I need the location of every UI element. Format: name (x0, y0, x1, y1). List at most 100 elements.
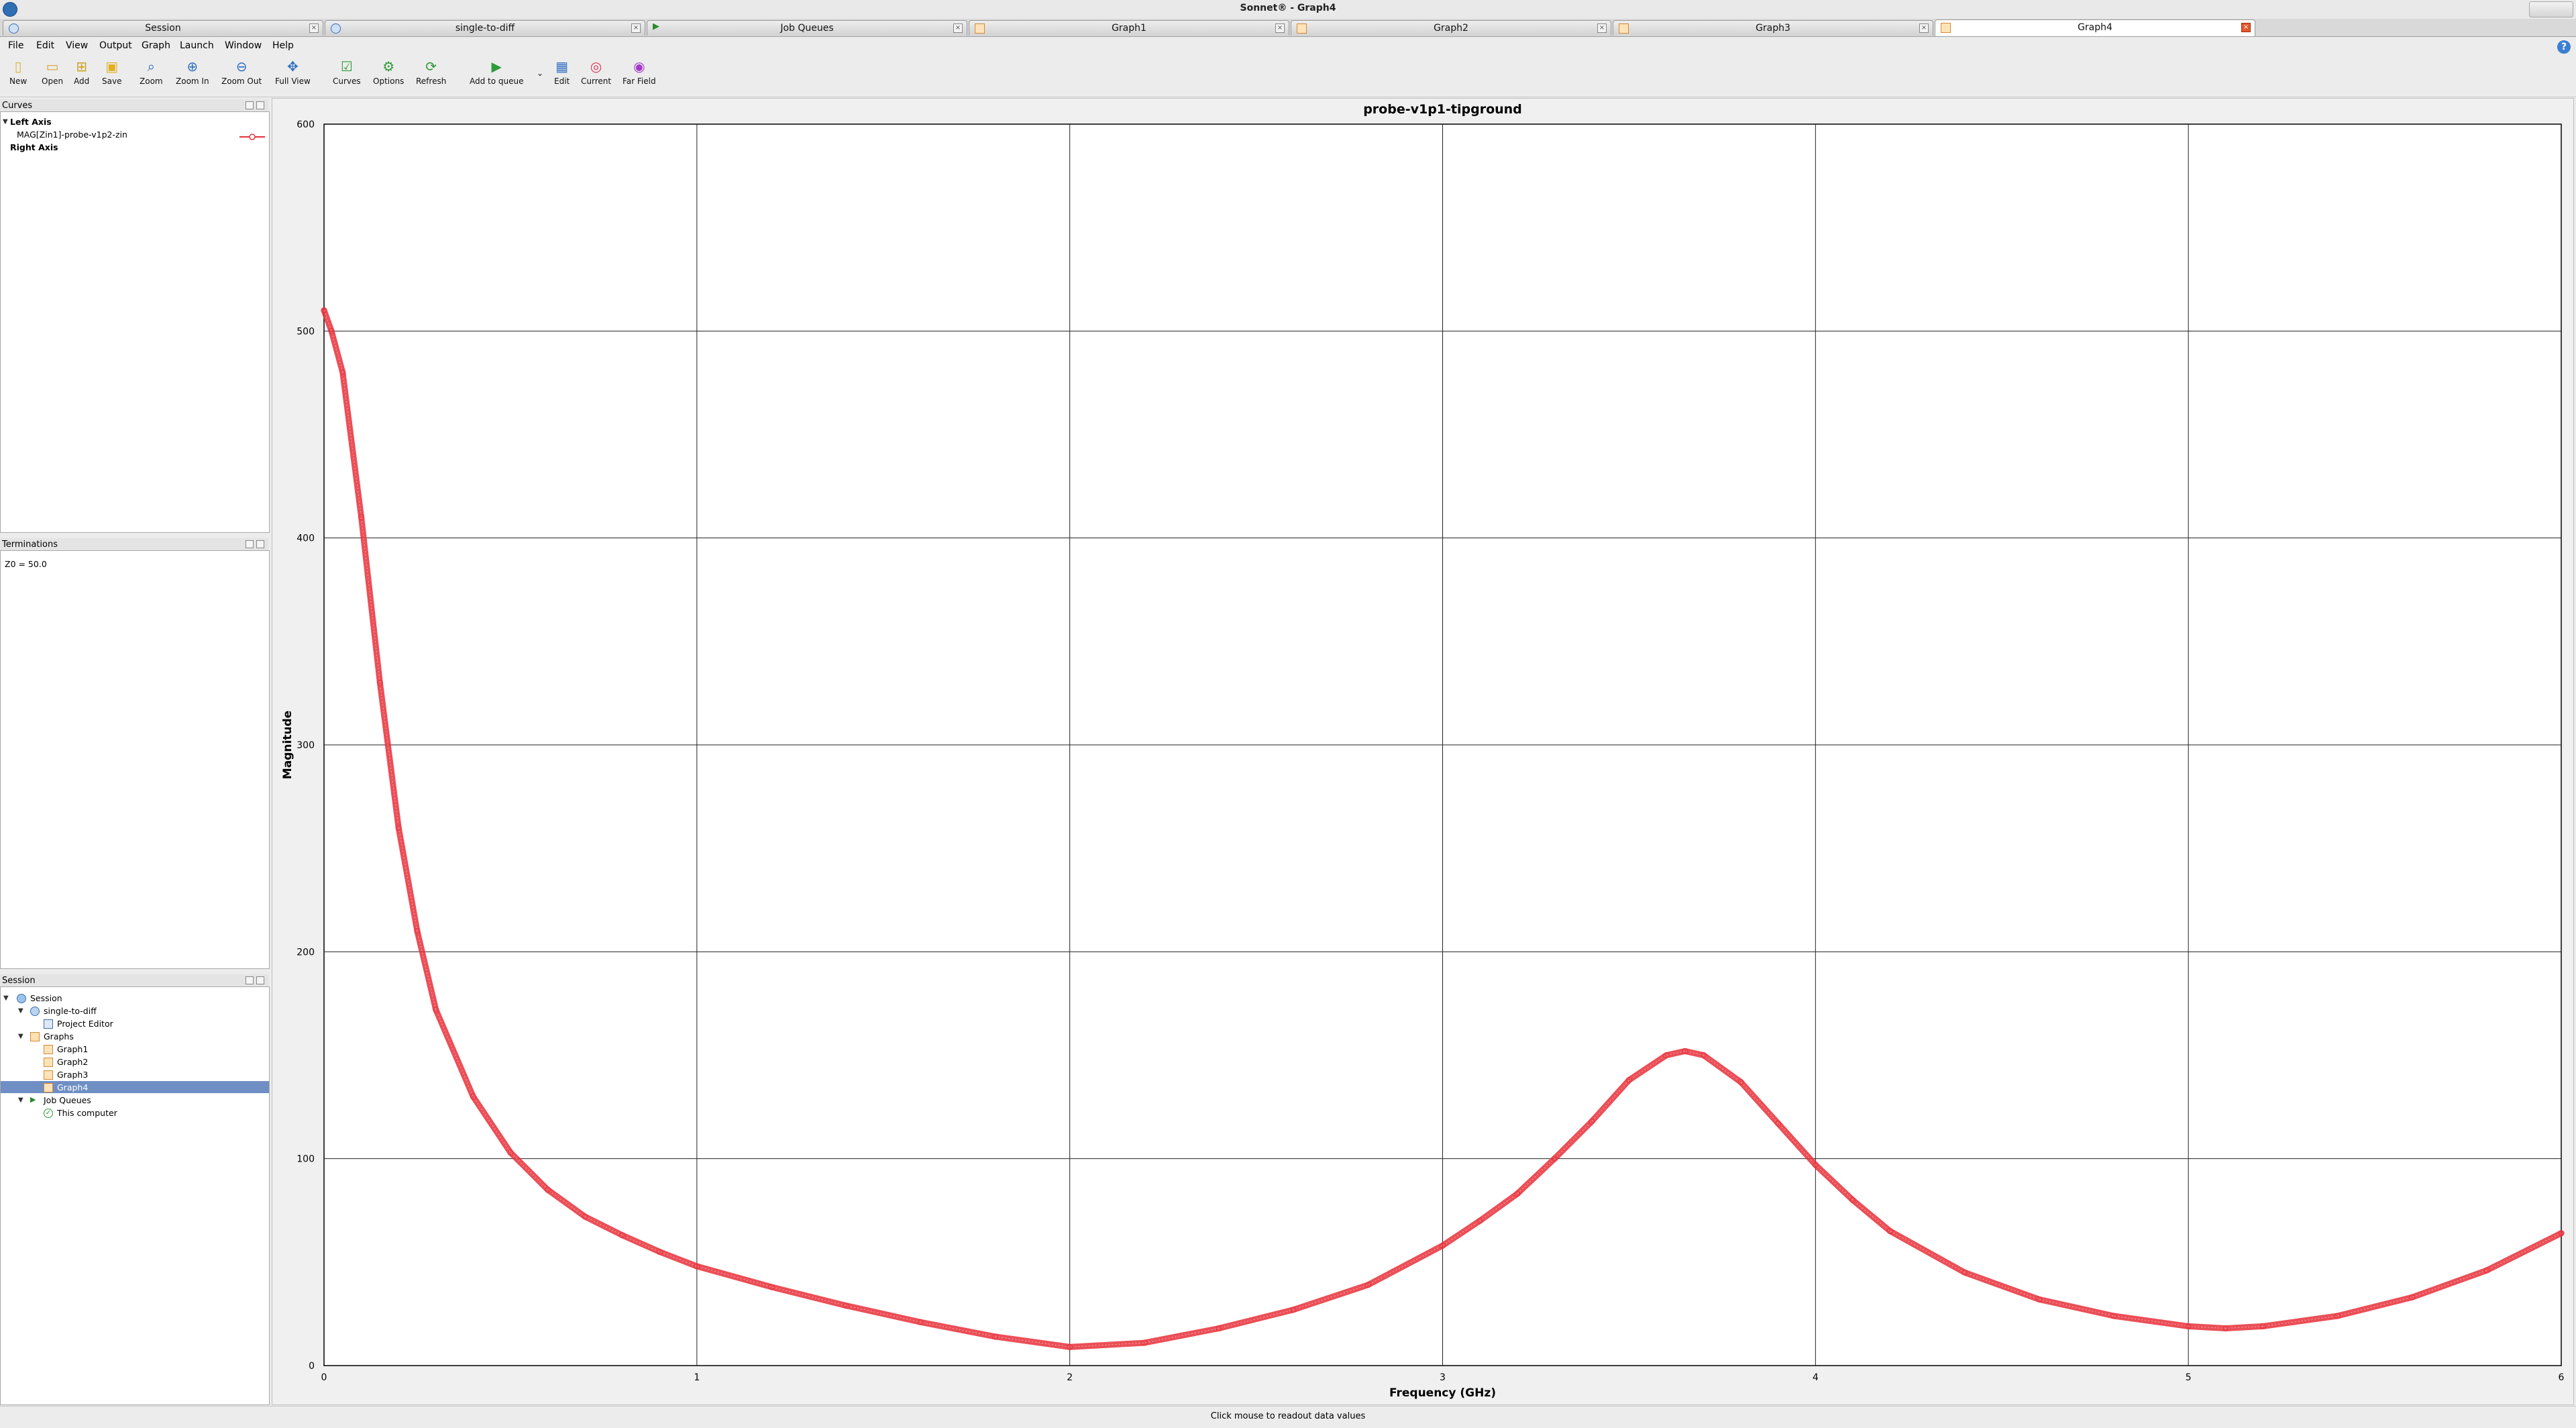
x-tick-label: 6 (2559, 1372, 2565, 1383)
add-button[interactable]: ⊞ Add (74, 59, 89, 86)
menu-view[interactable]: View (66, 40, 88, 51)
menu-launch[interactable]: Launch (180, 40, 214, 51)
chart-title: probe-v1p1-tipground (1363, 102, 1522, 117)
tree-item-project-editor[interactable]: Project Editor (57, 1019, 113, 1029)
close-icon[interactable]: × (1275, 23, 1285, 33)
tab-job-queues[interactable]: ▶ Job Queues × (647, 20, 967, 36)
graph-folder-icon (30, 1032, 40, 1041)
project-editor-icon (44, 1019, 53, 1029)
tab-single-to-diff[interactable]: single-to-diff × (325, 20, 645, 36)
y-tick-label: 0 (309, 1361, 315, 1372)
menu-file[interactable]: File (8, 40, 23, 51)
curve-item[interactable]: MAG[Zin1]-probe-v1p2-zin (17, 130, 127, 140)
restore-icon[interactable] (246, 101, 254, 109)
zoom-out-button[interactable]: ⊖ Zoom Out (221, 59, 262, 86)
terminations-panel-header: Terminations (0, 538, 268, 550)
selected-row-highlight (1, 1081, 269, 1093)
collapse-triangle-icon[interactable]: ▼ (18, 1007, 23, 1015)
help-icon[interactable]: ? (2557, 40, 2571, 54)
collapse-triangle-icon[interactable]: ▼ (18, 1033, 23, 1040)
tab-graph4[interactable]: Graph4 × (1935, 19, 2255, 36)
zoom-in-button[interactable]: ⊕ Zoom In (176, 59, 209, 86)
tree-item-job-queues[interactable]: Job Queues (44, 1095, 91, 1105)
curves-panel: ▼ Left Axis MAG[Zin1]-probe-v1p2-zin Rig… (0, 111, 270, 533)
close-icon[interactable]: × (953, 23, 963, 33)
tree-item-graph4[interactable]: Graph4 (57, 1082, 88, 1092)
y-tick-label: 100 (297, 1154, 315, 1165)
tree-item-session[interactable]: Session (30, 993, 62, 1003)
add-to-queue-icon: ▶ (491, 58, 502, 74)
close-icon[interactable] (256, 101, 264, 109)
x-tick-label: 2 (1067, 1372, 1073, 1383)
check-icon: ✓ (44, 1109, 53, 1118)
y-tick-label: 600 (297, 119, 315, 130)
refresh-icon: ⟳ (425, 58, 437, 74)
terminations-panel: Z0 = 50.0 (0, 550, 270, 969)
close-icon[interactable] (256, 976, 264, 984)
close-icon[interactable]: × (309, 23, 319, 33)
menu-edit[interactable]: Edit (36, 40, 54, 51)
x-axis-label: Frequency (GHz) (1389, 1386, 1496, 1400)
collapse-triangle-icon[interactable]: ▼ (3, 994, 9, 1002)
left-axis-label: Left Axis (10, 117, 52, 127)
close-icon[interactable]: × (2241, 23, 2251, 32)
menu-output[interactable]: Output (99, 40, 132, 51)
tree-item-graph1[interactable]: Graph1 (57, 1044, 88, 1054)
curves-icon: ☑ (340, 58, 353, 74)
save-button[interactable]: ▣ Save (102, 59, 121, 86)
menu-help[interactable]: Help (272, 40, 294, 51)
curves-panel-header: Curves (0, 99, 268, 111)
zoom-button[interactable]: ⌕ Zoom (140, 59, 163, 86)
close-icon[interactable]: × (631, 23, 641, 33)
x-tick-label: 4 (1813, 1372, 1819, 1383)
tree-item-this-computer[interactable]: This computer (57, 1108, 117, 1118)
y-tick-label: 400 (297, 533, 315, 544)
menu-graph[interactable]: Graph (142, 40, 170, 51)
curve-legend-swatch (239, 131, 265, 140)
tab-session[interactable]: Session × (3, 20, 323, 36)
edit-icon: ▦ (555, 58, 569, 74)
tree-item-graphs[interactable]: Graphs (44, 1031, 74, 1041)
zoom-out-icon: ⊖ (235, 58, 248, 74)
close-icon[interactable]: × (1597, 23, 1607, 33)
tab-graph3[interactable]: Graph3 × (1613, 20, 1933, 36)
menu-window[interactable]: Window (225, 40, 262, 51)
tab-graph2[interactable]: Graph2 × (1291, 20, 1611, 36)
close-icon[interactable] (256, 540, 264, 548)
curves-button[interactable]: ☑ Curves (333, 59, 361, 86)
menu-bar: File Edit View Output Graph Launch Windo… (0, 37, 2576, 54)
tree-item-graph3[interactable]: Graph3 (57, 1070, 88, 1080)
add-to-queue-button[interactable]: ▶ Add to queue (470, 59, 524, 86)
refresh-button[interactable]: ⟳ Refresh (416, 59, 446, 86)
queue-dropdown-chevron-icon[interactable]: ⌄ (537, 68, 543, 78)
edit-button[interactable]: ▦ Edit (554, 59, 570, 86)
restore-icon[interactable] (246, 540, 254, 548)
zoom-icon: ⌕ (147, 58, 155, 74)
far-field-button[interactable]: ◉ Far Field (623, 59, 656, 86)
save-icon: ▣ (105, 58, 119, 74)
new-button[interactable]: ▯ New (9, 59, 27, 86)
project-icon (30, 1007, 40, 1016)
close-icon[interactable]: × (1919, 23, 1929, 33)
open-folder-icon: ▭ (46, 58, 59, 74)
window-control-button[interactable] (2529, 1, 2573, 17)
y-axis-label: Magnitude (281, 711, 294, 779)
collapse-triangle-icon[interactable]: ▼ (18, 1096, 23, 1104)
restore-icon[interactable] (246, 976, 254, 984)
window-title-bar: Sonnet® - Graph4 (0, 0, 2576, 19)
add-icon: ⊞ (76, 58, 87, 74)
full-view-button[interactable]: ✥ Full View (275, 59, 311, 86)
termination-value: Z0 = 50.0 (5, 559, 47, 569)
open-button[interactable]: ▭ Open (42, 59, 63, 86)
collapse-triangle-icon[interactable]: ▼ (3, 118, 8, 125)
status-text: Click mouse to readout data values (1210, 1411, 1366, 1421)
globe-icon (17, 994, 26, 1003)
options-button[interactable]: ⚙ Options (373, 59, 404, 86)
chart-svg[interactable]: 0 1 2 3 4 5 6 0 100 200 300 400 500 600 probe-v1p1-tip… (272, 99, 2573, 1405)
tree-item-single-to-diff[interactable]: single-to-diff (44, 1006, 97, 1016)
queue-icon: ▶ (30, 1095, 36, 1104)
graph-plot-area[interactable]: 0 1 2 3 4 5 6 0 100 200 300 400 500 600 probe-v1p1-tip… (272, 98, 2574, 1405)
tab-graph1[interactable]: Graph1 × (969, 20, 1289, 36)
current-button[interactable]: ◎ Current (581, 59, 611, 86)
tree-item-graph2[interactable]: Graph2 (57, 1057, 88, 1067)
